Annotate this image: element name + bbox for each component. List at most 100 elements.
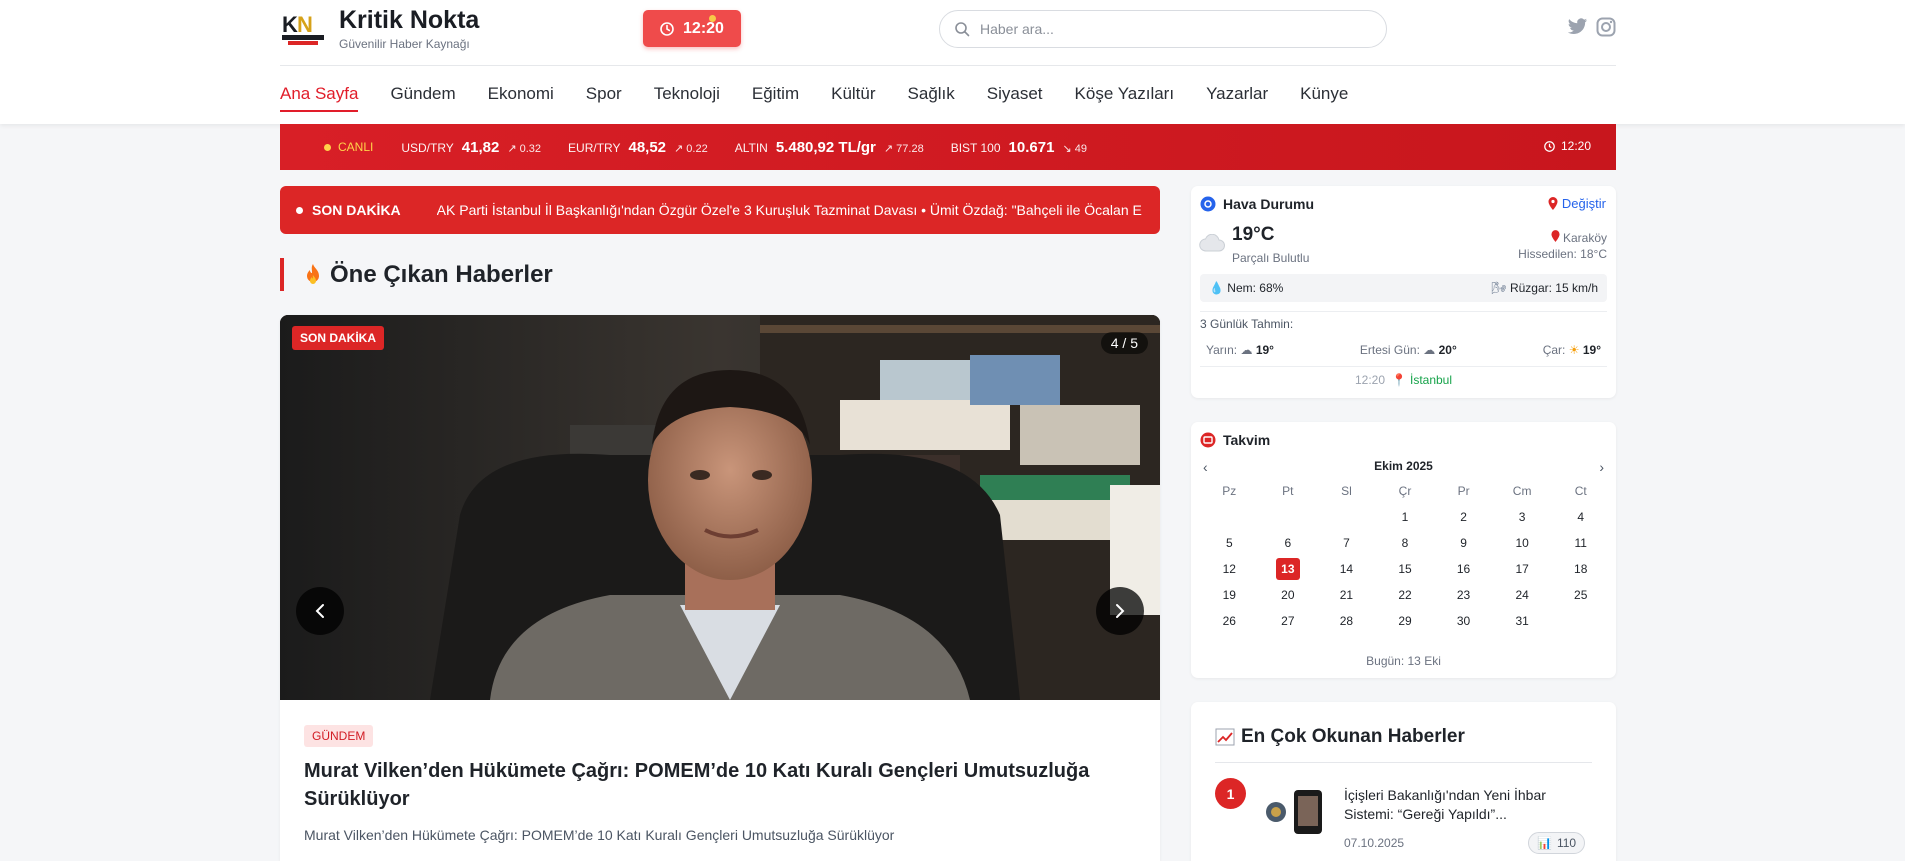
popular-news-widget: En Çok Okunan Haberler 1 İçişleri Bakanl… — [1191, 702, 1616, 861]
calendar-day[interactable]: 14 — [1317, 556, 1376, 582]
calendar-day[interactable]: 19 — [1200, 582, 1259, 608]
forecast-day-3: Çar: ☀ 19° — [1542, 343, 1601, 357]
featured-title[interactable]: Murat Vilken’den Hükümete Çağrı: POMEM’d… — [304, 757, 1124, 813]
calendar-day[interactable]: 29 — [1376, 608, 1435, 634]
weekday-header: Çr — [1398, 484, 1412, 498]
forecast-row: Yarın: ☁ 19° Ertesi Gün: ☁ 20° Çar: ☀ 19… — [1200, 338, 1607, 362]
live-dot-icon — [324, 143, 331, 151]
calendar-day[interactable]: 21 — [1317, 582, 1376, 608]
popular-item-title[interactable]: İçişleri Bakanlığı'ndan Yeni İhbar Siste… — [1344, 786, 1584, 824]
nav-spor[interactable]: Spor — [586, 84, 622, 112]
calendar-blank — [1317, 504, 1376, 530]
calendar-day[interactable]: 24 — [1493, 582, 1552, 608]
calendar-day[interactable]: 2 — [1434, 504, 1493, 530]
header-divider — [280, 65, 1616, 66]
calendar-day[interactable]: 11 — [1551, 530, 1610, 556]
featured-article[interactable]: SON DAKİKA 4 / 5 GÜNDEM Murat Vilken’den… — [280, 315, 1160, 861]
divider — [1200, 366, 1607, 367]
site-header: K N Kritik Nokta Güvenilir Haber Kaynağı… — [0, 0, 1905, 124]
calendar-day[interactable]: 5 — [1200, 530, 1259, 556]
calendar-day[interactable]: 4 — [1551, 504, 1610, 530]
category-badge[interactable]: GÜNDEM — [304, 725, 374, 747]
nav-siyaset[interactable]: Siyaset — [987, 84, 1043, 112]
calendar-day[interactable]: 17 — [1493, 556, 1552, 582]
calendar-day[interactable]: 26 — [1200, 608, 1259, 634]
nav-teknoloji[interactable]: Teknoloji — [654, 84, 720, 112]
weather-header: Hava Durumu — [1200, 196, 1314, 212]
chevron-right-icon — [1116, 604, 1125, 618]
calendar-day[interactable]: 15 — [1376, 556, 1435, 582]
slider-next-button[interactable] — [1096, 587, 1144, 635]
search-input[interactable] — [980, 11, 1360, 47]
weather-widget: Hava Durumu Değiştir 19°C Parçalı Bulutl… — [1191, 186, 1616, 398]
news-thumbnail[interactable] — [1264, 788, 1324, 836]
market-item-bist[interactable]: BIST 100 10.671 ↘ 49 — [951, 139, 1087, 156]
nav-kultur[interactable]: Kültür — [831, 84, 875, 112]
cloud-icon — [1199, 234, 1225, 252]
bar-chart-icon: 📊 — [1537, 836, 1552, 850]
chevron-left-icon — [315, 604, 324, 618]
weather-footer: 12:20 📍 İstanbul — [1354, 373, 1453, 387]
calendar-day[interactable]: 28 — [1317, 608, 1376, 634]
calendar-day[interactable]: 27 — [1259, 608, 1318, 634]
calendar-day[interactable]: 8 — [1376, 530, 1435, 556]
calendar-day[interactable]: 16 — [1434, 556, 1493, 582]
slider-prev-button[interactable] — [296, 587, 344, 635]
site-title[interactable]: Kritik Nokta — [339, 6, 479, 35]
calendar-month: Ekim 2025 — [1374, 459, 1433, 473]
calendar-day[interactable]: 1 — [1376, 504, 1435, 530]
popular-header: En Çok Okunan Haberler — [1215, 726, 1465, 748]
calendar-day-today[interactable]: 13 — [1259, 556, 1318, 582]
calendar-day[interactable]: 9 — [1434, 530, 1493, 556]
calendar-day[interactable]: 22 — [1376, 582, 1435, 608]
location-pin-icon: 📍 — [1391, 373, 1407, 387]
calendar-day[interactable]: 12 — [1200, 556, 1259, 582]
divider — [1200, 311, 1607, 312]
nav-egitim[interactable]: Eğitim — [752, 84, 799, 112]
view-count-badge: 📊 110 — [1528, 832, 1586, 854]
calendar-day[interactable]: 23 — [1434, 582, 1493, 608]
search-box[interactable] — [939, 10, 1387, 48]
live-clock[interactable]: 12:20 — [643, 10, 741, 47]
calendar-day[interactable]: 30 — [1434, 608, 1493, 634]
featured-description: Murat Vilken’den Hükümete Çağrı: POMEM’d… — [304, 827, 895, 843]
calendar-day[interactable]: 10 — [1493, 530, 1552, 556]
market-item-usd[interactable]: USD/TRY 41,82 ↗ 0.32 — [401, 139, 541, 156]
featured-photo[interactable]: SON DAKİKA 4 / 5 — [280, 315, 1160, 700]
nav-gundem[interactable]: Gündem — [390, 84, 455, 112]
location-pin-icon — [1548, 197, 1558, 210]
calendar-day[interactable]: 18 — [1551, 556, 1610, 582]
weather-condition: Parçalı Bulutlu — [1232, 251, 1310, 265]
nav-kose-yazilari[interactable]: Köşe Yazıları — [1075, 84, 1175, 112]
nav-saglik[interactable]: Sağlık — [908, 84, 955, 112]
calendar-day[interactable]: 20 — [1259, 582, 1318, 608]
calendar-day[interactable]: 7 — [1317, 530, 1376, 556]
calendar-icon — [1200, 432, 1216, 448]
calendar-day[interactable]: 31 — [1493, 608, 1552, 634]
calendar-blank — [1259, 504, 1318, 530]
instagram-icon[interactable] — [1596, 17, 1616, 42]
featured-section-title: Öne Çıkan Haberler — [280, 258, 553, 291]
main-nav: Ana Sayfa Gündem Ekonomi Spor Teknoloji … — [280, 84, 1380, 112]
cloud-icon: ☁ — [1240, 343, 1253, 357]
forecast-label: 3 Günlük Tahmin: — [1200, 317, 1294, 331]
calendar-day[interactable]: 25 — [1551, 582, 1610, 608]
svg-text:K: K — [282, 12, 298, 37]
breaking-news-bar[interactable]: SON DAKİKA AK Parti İstanbul İl Başkanlı… — [280, 186, 1160, 234]
site-tagline: Güvenilir Haber Kaynağı — [339, 37, 470, 51]
market-item-eur[interactable]: EUR/TRY 48,52 ↗ 0.22 — [568, 139, 708, 156]
calendar-next-button[interactable]: › — [1599, 459, 1604, 475]
nav-yazarlar[interactable]: Yazarlar — [1206, 84, 1268, 112]
twitter-icon[interactable] — [1567, 18, 1588, 41]
breaking-text[interactable]: AK Parti İstanbul İl Başkanlığı'ndan Özg… — [437, 202, 1142, 218]
site-logo[interactable]: K N — [280, 10, 326, 46]
calendar-day[interactable]: 3 — [1493, 504, 1552, 530]
weather-change-button[interactable]: Değiştir — [1548, 196, 1606, 211]
weekday-header: Pr — [1457, 484, 1470, 498]
nav-ekonomi[interactable]: Ekonomi — [488, 84, 554, 112]
nav-kunye[interactable]: Künye — [1300, 84, 1348, 112]
market-item-gold[interactable]: ALTIN 5.480,92 TL/gr ↗ 77.28 — [735, 139, 924, 156]
weather-location: Karaköy Hissedilen: 18°C — [1518, 230, 1607, 261]
calendar-day[interactable]: 6 — [1259, 530, 1318, 556]
nav-ana-sayfa[interactable]: Ana Sayfa — [280, 84, 359, 112]
